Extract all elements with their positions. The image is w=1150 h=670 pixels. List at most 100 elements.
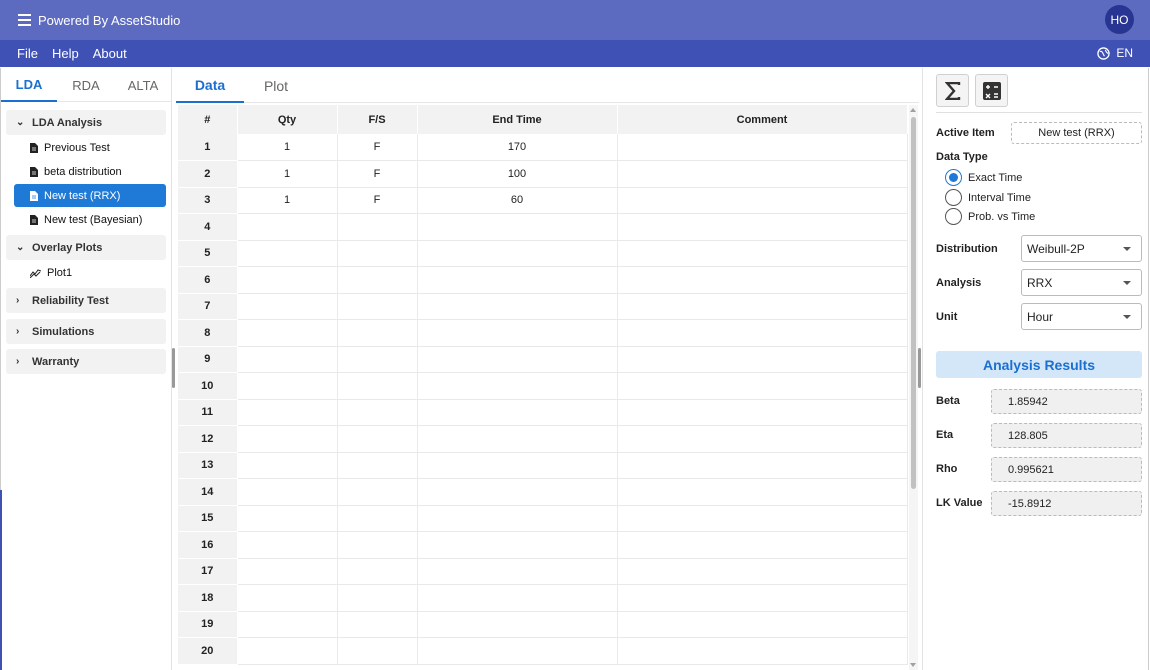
- comment-cell[interactable]: [617, 452, 908, 479]
- qty-cell[interactable]: [237, 505, 338, 532]
- qty-cell[interactable]: [237, 293, 338, 320]
- unit-select[interactable]: Hour: [1021, 303, 1142, 330]
- qty-cell[interactable]: [237, 531, 338, 559]
- radio-exact-time[interactable]: Exact Time: [945, 169, 1022, 186]
- end-time-cell[interactable]: [417, 505, 618, 532]
- column-header-index[interactable]: #: [178, 105, 238, 134]
- user-avatar[interactable]: HO: [1105, 5, 1134, 34]
- end-time-cell[interactable]: [417, 213, 618, 241]
- end-time-cell[interactable]: [417, 531, 618, 559]
- comment-cell[interactable]: [617, 240, 908, 267]
- fs-cell[interactable]: F: [337, 134, 418, 161]
- tree-item-new-test-bayesian[interactable]: New test (Bayesian): [14, 208, 166, 231]
- radio-prob-vs-time[interactable]: Prob. vs Time: [945, 208, 1035, 225]
- comment-cell[interactable]: [617, 346, 908, 373]
- comment-cell[interactable]: [617, 505, 908, 532]
- fs-cell[interactable]: [337, 425, 418, 453]
- end-time-cell[interactable]: 170: [417, 134, 618, 161]
- tree-item-new-test-rrx[interactable]: New test (RRX): [14, 184, 166, 207]
- menu-help[interactable]: Help: [52, 46, 79, 61]
- language-selector[interactable]: EN: [1097, 46, 1133, 60]
- qty-cell[interactable]: [237, 319, 338, 347]
- tree-item-plot1[interactable]: Plot1: [14, 261, 166, 284]
- end-time-cell[interactable]: [417, 399, 618, 426]
- tab-data[interactable]: Data: [176, 68, 244, 103]
- tab-alta[interactable]: ALTA: [115, 68, 171, 102]
- qty-cell[interactable]: [237, 213, 338, 241]
- end-time-cell[interactable]: [417, 478, 618, 506]
- end-time-cell[interactable]: [417, 293, 618, 320]
- end-time-cell[interactable]: [417, 425, 618, 453]
- end-time-cell[interactable]: [417, 611, 618, 638]
- qty-cell[interactable]: 1: [237, 187, 338, 214]
- qty-cell[interactable]: [237, 372, 338, 400]
- tab-plot[interactable]: Plot: [244, 68, 308, 103]
- comment-cell[interactable]: [617, 478, 908, 506]
- fs-cell[interactable]: [337, 319, 418, 347]
- qty-cell[interactable]: [237, 558, 338, 585]
- scrollbar-thumb[interactable]: [911, 117, 916, 489]
- fs-cell[interactable]: [337, 478, 418, 506]
- comment-cell[interactable]: [617, 293, 908, 320]
- column-header-qty[interactable]: Qty: [237, 105, 338, 134]
- fs-cell[interactable]: [337, 452, 418, 479]
- fs-cell[interactable]: [337, 611, 418, 638]
- fs-cell[interactable]: [337, 637, 418, 665]
- tree-group-lda-analysis[interactable]: ⌄ LDA Analysis: [6, 110, 166, 135]
- fs-cell[interactable]: F: [337, 160, 418, 188]
- comment-cell[interactable]: [617, 637, 908, 665]
- scroll-down-arrow-icon[interactable]: [910, 663, 916, 667]
- fs-cell[interactable]: F: [337, 187, 418, 214]
- qty-cell[interactable]: [237, 452, 338, 479]
- tree-item-previous-test[interactable]: Previous Test: [14, 136, 166, 159]
- end-time-cell[interactable]: [417, 452, 618, 479]
- distribution-select[interactable]: Weibull-2P: [1021, 235, 1142, 262]
- end-time-cell[interactable]: [417, 319, 618, 347]
- end-time-cell[interactable]: [417, 266, 618, 294]
- tree-item-beta-distribution[interactable]: beta distribution: [14, 160, 166, 183]
- tree-group-simulations[interactable]: › Simulations: [6, 319, 166, 344]
- analysis-select[interactable]: RRX: [1021, 269, 1142, 296]
- comment-cell[interactable]: [617, 160, 908, 188]
- end-time-cell[interactable]: 100: [417, 160, 618, 188]
- qty-cell[interactable]: [237, 478, 338, 506]
- qty-cell[interactable]: [237, 240, 338, 267]
- menu-about[interactable]: About: [93, 46, 127, 61]
- fs-cell[interactable]: [337, 558, 418, 585]
- qty-cell[interactable]: [237, 346, 338, 373]
- grid-scrollbar[interactable]: [909, 105, 918, 670]
- comment-cell[interactable]: [617, 584, 908, 612]
- fs-cell[interactable]: [337, 372, 418, 400]
- tree-group-overlay-plots[interactable]: ⌄ Overlay Plots: [6, 235, 166, 260]
- end-time-cell[interactable]: [417, 584, 618, 612]
- qty-cell[interactable]: 1: [237, 160, 338, 188]
- column-header-end-time[interactable]: End Time: [417, 105, 618, 134]
- tab-rda[interactable]: RDA: [57, 68, 115, 102]
- qty-cell[interactable]: [237, 637, 338, 665]
- tab-lda[interactable]: LDA: [1, 68, 57, 102]
- fs-cell[interactable]: [337, 240, 418, 267]
- qty-cell[interactable]: [237, 266, 338, 294]
- radio-interval-time[interactable]: Interval Time: [945, 189, 1031, 206]
- fs-cell[interactable]: [337, 531, 418, 559]
- qty-cell[interactable]: [237, 425, 338, 453]
- end-time-cell[interactable]: [417, 240, 618, 267]
- qty-cell[interactable]: [237, 611, 338, 638]
- qty-cell[interactable]: 1: [237, 134, 338, 161]
- end-time-cell[interactable]: [417, 558, 618, 585]
- fs-cell[interactable]: [337, 266, 418, 294]
- fs-cell[interactable]: [337, 213, 418, 241]
- column-header-fs[interactable]: F/S: [337, 105, 418, 134]
- end-time-cell[interactable]: [417, 346, 618, 373]
- hamburger-icon[interactable]: [18, 14, 31, 26]
- end-time-cell[interactable]: 60: [417, 187, 618, 214]
- menu-file[interactable]: File: [17, 46, 38, 61]
- comment-cell[interactable]: [617, 187, 908, 214]
- fs-cell[interactable]: [337, 293, 418, 320]
- fs-cell[interactable]: [337, 584, 418, 612]
- sum-button[interactable]: [936, 74, 969, 107]
- end-time-cell[interactable]: [417, 372, 618, 400]
- end-time-cell[interactable]: [417, 637, 618, 665]
- fs-cell[interactable]: [337, 505, 418, 532]
- column-header-comment[interactable]: Comment: [617, 105, 908, 134]
